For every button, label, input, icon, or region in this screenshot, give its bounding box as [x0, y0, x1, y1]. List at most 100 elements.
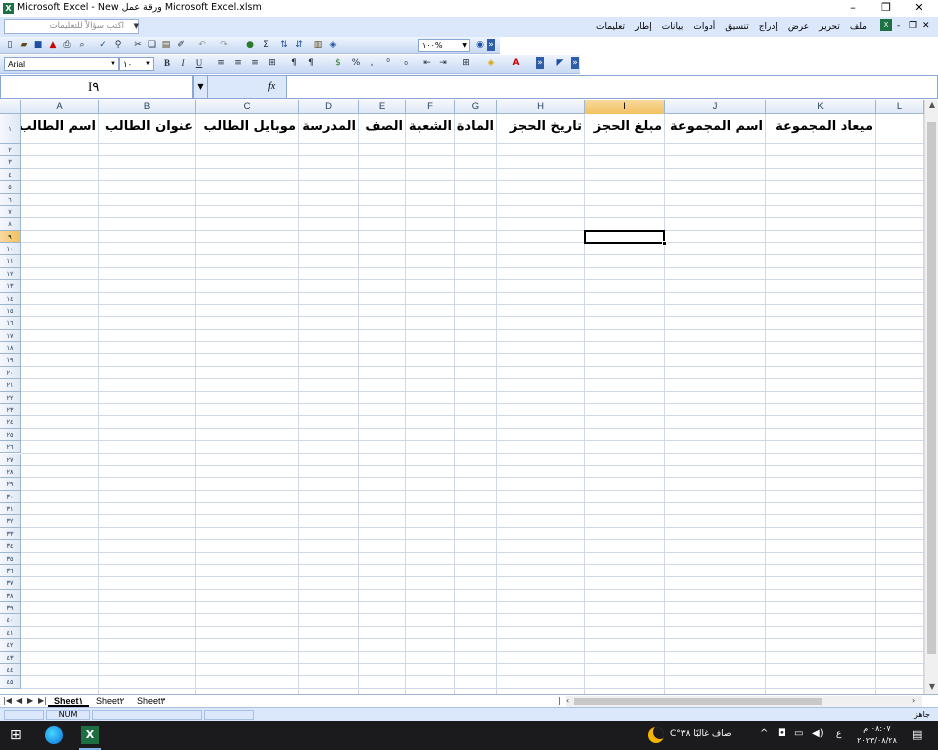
sheet-tab-2[interactable]: Sheet٢ [90, 695, 130, 707]
toolbar-options-icon[interactable]: » [536, 57, 544, 69]
chevron-up-icon[interactable]: ^ [760, 728, 768, 739]
row-header[interactable]: ١٣ [0, 280, 21, 293]
vertical-scrollbar[interactable]: ▲ ▼ [924, 100, 938, 694]
row-header[interactable]: ٢٧ [0, 453, 21, 466]
clock-time[interactable]: ٠٨:٠٧ م [855, 724, 899, 733]
italic-icon[interactable]: I [177, 57, 189, 69]
row-header[interactable]: ٣٦ [0, 564, 21, 578]
workbook-icon[interactable]: X [880, 19, 892, 31]
row-header[interactable]: ٣٥ [0, 552, 21, 565]
row-header[interactable]: ٤٤ [0, 663, 21, 677]
clock-date[interactable]: ٢٠٢٣/٠٨/٢٨ [852, 736, 902, 745]
row-header[interactable]: ١٧ [0, 329, 21, 343]
format-painter-icon[interactable]: ✐ [175, 39, 187, 51]
row-header[interactable]: ٨ [0, 218, 21, 231]
row-header[interactable]: ٢٣ [0, 403, 21, 417]
horizontal-scroll-thumb[interactable] [574, 698, 822, 705]
input-language[interactable]: ع [836, 729, 841, 739]
column-header-k[interactable]: K [766, 100, 876, 114]
row-header[interactable]: ٣٨ [0, 589, 21, 603]
select-all-corner[interactable] [0, 100, 21, 114]
align-center-icon[interactable]: ≡ [232, 57, 244, 69]
excel-taskbar-icon[interactable]: X [81, 726, 99, 744]
notifications-icon[interactable]: ▤ [912, 728, 922, 741]
column-header-c[interactable]: C [196, 100, 299, 114]
row-header[interactable]: ٢١ [0, 379, 21, 392]
row-header[interactable]: ٢ [0, 144, 21, 157]
copy-icon[interactable]: ❏ [146, 39, 158, 51]
drawing-toolbar-icon[interactable]: ◤ [554, 57, 566, 69]
weather-icon[interactable] [648, 727, 664, 743]
next-sheet-icon[interactable]: ▶ [27, 695, 33, 707]
hyperlink-icon[interactable]: ● [244, 39, 256, 51]
sort-ascending-icon[interactable]: ⇅ [278, 39, 290, 51]
borders-icon[interactable]: ⊞ [460, 57, 472, 69]
windows-start-icon[interactable]: ⊞ [10, 727, 22, 743]
menu-item-6[interactable]: بيانات [657, 17, 689, 37]
header-cell-g[interactable]: المادة [455, 116, 496, 138]
header-cell-b[interactable]: عنوان الطالب [99, 116, 195, 138]
row-header[interactable]: ٢٠ [0, 366, 21, 380]
scroll-left-icon[interactable]: ‹ [566, 695, 569, 707]
horizontal-scrollbar[interactable]: ‹ › [566, 696, 922, 707]
network-icon[interactable]: ▭ [794, 728, 803, 739]
weather-text[interactable]: صاف غالبًا ٣٨°C [670, 729, 732, 739]
prev-sheet-icon[interactable]: ◀ [16, 695, 22, 707]
align-right-icon[interactable]: ≡ [249, 57, 261, 69]
row-header[interactable]: ٤٥ [0, 676, 21, 689]
chevron-down-icon[interactable]: ▼ [133, 20, 139, 33]
menu-item-0[interactable]: ملف [845, 17, 872, 37]
help-search-input[interactable]: اكتب سؤالاً للتعليمات ▼ [4, 19, 139, 34]
header-cell-a[interactable]: اسم الطالب [21, 116, 98, 138]
row-header[interactable]: ٢٤ [0, 416, 21, 429]
percent-icon[interactable]: % [350, 57, 362, 69]
edge-browser-icon[interactable] [45, 726, 63, 744]
chevron-down-icon[interactable]: ▼ [145, 58, 151, 70]
header-cell-j[interactable]: اسم المجموعة [665, 116, 765, 138]
header-cell-d[interactable]: المدرسة [299, 116, 358, 138]
drawing-icon[interactable]: ◈ [327, 39, 339, 51]
menu-item-5[interactable]: أدوات [688, 17, 720, 37]
row-header[interactable]: ٣٠ [0, 490, 21, 503]
close-workbook-icon[interactable]: ✕ [922, 21, 930, 31]
menu-item-4[interactable]: تنسيق [720, 17, 753, 37]
row-header[interactable]: ١٦ [0, 317, 21, 330]
undo-icon[interactable]: ↶ [196, 39, 208, 51]
column-header-e[interactable]: E [359, 100, 406, 114]
header-cell-f[interactable]: الشعبة [406, 116, 454, 138]
comma-style-icon[interactable]: , [366, 57, 378, 69]
row-header[interactable]: ٣٤ [0, 540, 21, 553]
print-preview-icon[interactable]: ⌕ [76, 39, 88, 51]
row-header[interactable]: ١٤ [0, 292, 21, 305]
menu-item-1[interactable]: تحرير [814, 17, 845, 37]
restore-button[interactable]: ❐ [871, 0, 901, 17]
camera-icon[interactable]: ◘ [778, 728, 786, 739]
row-header[interactable]: ٣ [0, 156, 21, 169]
menu-item-2[interactable]: عرض [783, 17, 814, 37]
new-icon[interactable]: ▯ [4, 39, 16, 51]
row-header[interactable]: ١٠ [0, 243, 21, 256]
row-header[interactable]: ٣٢ [0, 515, 21, 528]
paste-icon[interactable]: ▤ [160, 39, 172, 51]
sheet-tab-3[interactable]: Sheet٣ [131, 695, 171, 707]
cells-area[interactable]: اسم الطالب عنوان الطالب موبايل الطالب المدر… [21, 114, 924, 694]
row-header[interactable]: ٤٢ [0, 639, 21, 652]
row-header[interactable]: ١٢ [0, 267, 21, 281]
merge-center-icon[interactable]: ⊞ [266, 57, 278, 69]
permission-icon[interactable]: ▲ [47, 39, 59, 51]
decrease-decimal-icon[interactable]: ₀ [400, 57, 412, 69]
font-color-icon[interactable]: A [510, 57, 522, 69]
header-cell-i[interactable]: مبلغ الحجز [585, 116, 664, 138]
row-header[interactable]: ٩ [0, 230, 21, 244]
column-header-j[interactable]: J [665, 100, 766, 114]
autosum-icon[interactable]: Σ [260, 39, 272, 51]
font-name-select[interactable]: Arial ▼ [4, 57, 119, 71]
fill-handle[interactable] [662, 240, 667, 246]
column-header-l[interactable]: L [876, 100, 924, 114]
sheet-tab-1[interactable]: Sheet١ [48, 695, 90, 707]
active-cell[interactable] [584, 229, 667, 246]
restore-workbook-icon[interactable]: ❐ [909, 21, 917, 31]
row-header[interactable]: ٢٨ [0, 465, 21, 479]
zoom-select[interactable]: ١٠٠% ▼ [418, 39, 470, 52]
increase-decimal-icon[interactable]: ⁰ [382, 57, 394, 69]
